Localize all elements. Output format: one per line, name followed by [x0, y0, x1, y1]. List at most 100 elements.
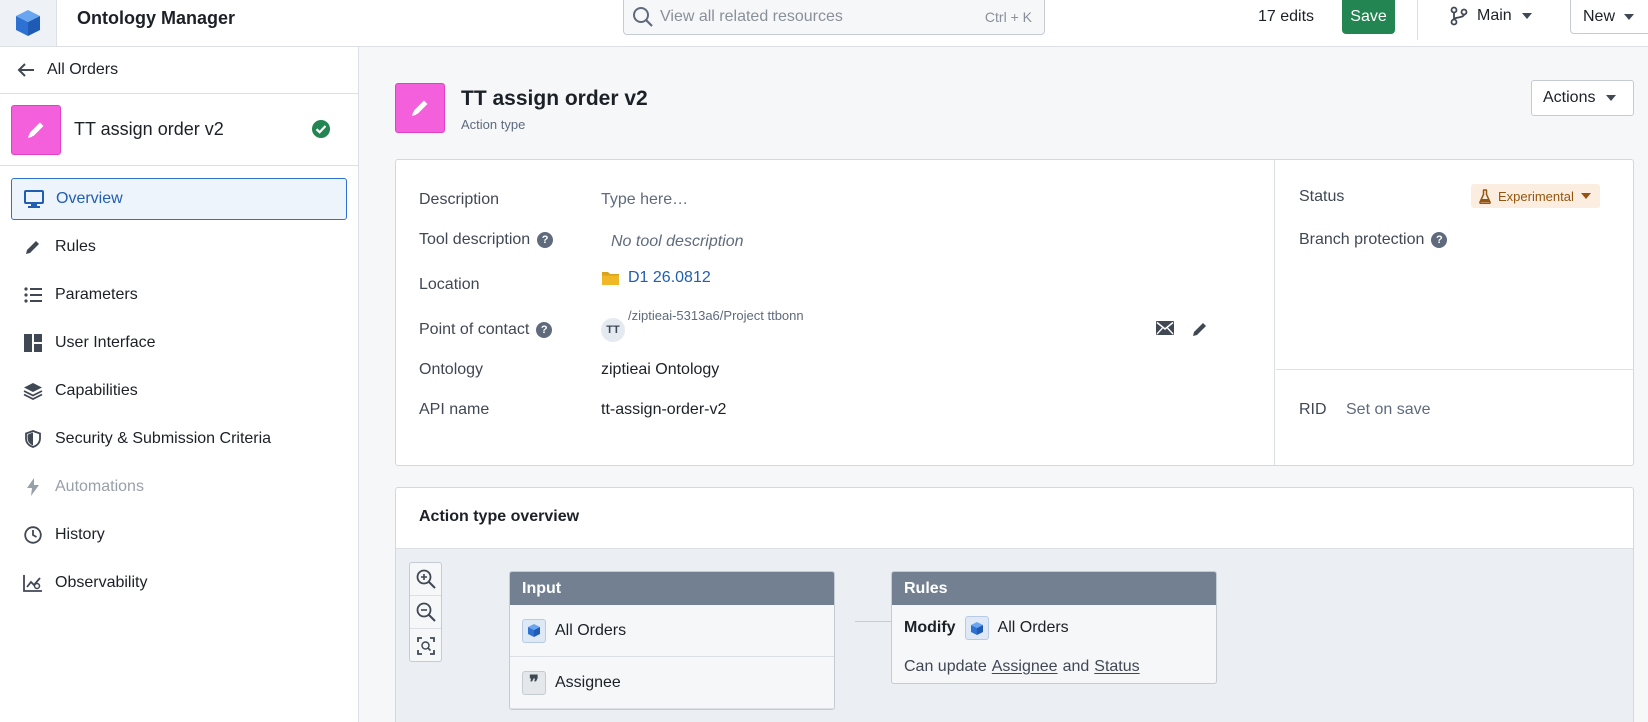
- pencil-icon: [28, 122, 44, 138]
- zoom-controls: [409, 562, 442, 662]
- ontology-value: ziptieai Ontology: [601, 361, 720, 378]
- sidebar-item-user-interface[interactable]: User Interface: [11, 322, 347, 364]
- rule-field-link[interactable]: Status: [1094, 658, 1139, 676]
- meta-panel: Status Experimental Branch protection ? …: [1276, 160, 1634, 465]
- input-node[interactable]: Input All Orders ❞ Assignee: [509, 571, 835, 710]
- sidebar: All Orders TT assign order v2 Overview R…: [0, 47, 359, 722]
- search-placeholder: View all related resources: [660, 8, 843, 25]
- caret-down-icon: [1606, 95, 1617, 101]
- fit-view-button[interactable]: [410, 629, 441, 662]
- tool-description-label: Tool description ?: [419, 231, 554, 249]
- rule-object: All Orders: [997, 619, 1069, 636]
- overview-title: Action type overview: [419, 508, 580, 525]
- search-icon: [632, 6, 654, 32]
- search-input[interactable]: View all related resources Ctrl + K: [623, 0, 1045, 35]
- back-link[interactable]: All Orders: [0, 47, 358, 94]
- branch-selector[interactable]: Main: [1450, 6, 1533, 26]
- location-label: Location: [419, 276, 480, 293]
- sidebar-item-label: Automations: [55, 478, 144, 495]
- branch-icon: [1450, 6, 1468, 26]
- caret-down-icon: [1521, 13, 1532, 19]
- input-row-object[interactable]: All Orders: [510, 605, 834, 657]
- graph-canvas[interactable]: Input All Orders ❞ Assignee Rules Modify: [396, 548, 1633, 722]
- zoom-out-icon: [416, 602, 436, 622]
- chart-icon: [23, 573, 43, 593]
- api-name-value[interactable]: tt-assign-order-v2: [601, 401, 726, 419]
- rules-node[interactable]: Rules Modify All Orders Can update Assig…: [891, 571, 1217, 684]
- save-button[interactable]: Save: [1342, 0, 1395, 34]
- sidebar-item-history[interactable]: History: [11, 514, 347, 556]
- actions-label: Actions: [1543, 89, 1596, 106]
- sidebar-item-security[interactable]: Security & Submission Criteria: [11, 418, 347, 460]
- poc-actions: [1156, 321, 1208, 337]
- help-icon[interactable]: ?: [537, 232, 554, 248]
- sidebar-item-label: User Interface: [55, 334, 156, 351]
- sidebar-item-label: History: [55, 526, 105, 543]
- description-field[interactable]: Type here…: [601, 191, 1201, 209]
- input-row-parameter[interactable]: ❞ Assignee: [510, 657, 834, 709]
- folder-icon: [602, 272, 619, 285]
- rule-field-link[interactable]: Assignee: [992, 658, 1058, 676]
- rid-value: Set on save: [1346, 401, 1431, 418]
- new-button[interactable]: New: [1570, 0, 1648, 34]
- caret-down-icon: [1624, 13, 1635, 20]
- divider: [1276, 369, 1634, 370]
- page-title: TT assign order v2: [461, 87, 648, 110]
- input-node-title: Input: [510, 572, 834, 605]
- sidebar-item-label: Overview: [56, 190, 123, 207]
- flask-icon: [1479, 188, 1491, 204]
- sidebar-item-automations[interactable]: Automations: [11, 466, 347, 508]
- help-icon[interactable]: ?: [536, 322, 553, 338]
- sidebar-item-label: Security & Submission Criteria: [55, 430, 272, 447]
- sidebar-item-rules[interactable]: Rules: [11, 226, 347, 268]
- poc-value: TT: [601, 318, 625, 342]
- tool-description-value[interactable]: No tool description: [611, 233, 744, 251]
- divider: [1417, 0, 1418, 40]
- envelope-icon[interactable]: [1156, 321, 1174, 335]
- input-row-label: All Orders: [555, 621, 627, 639]
- help-icon[interactable]: ?: [1431, 232, 1448, 248]
- layers-icon: [23, 381, 43, 401]
- sidebar-item-label: Capabilities: [55, 382, 138, 399]
- layout-icon: [23, 333, 43, 353]
- app-logo[interactable]: [0, 0, 57, 46]
- api-name-label: API name: [419, 401, 490, 418]
- edit-pencil-icon[interactable]: [1192, 321, 1208, 337]
- actions-button[interactable]: Actions: [1531, 80, 1634, 116]
- sidebar-item-overview[interactable]: Overview: [11, 178, 347, 220]
- list-icon: [23, 285, 43, 305]
- action-type-icon: [395, 83, 445, 133]
- entity-header: TT assign order v2: [0, 94, 358, 166]
- app-title: Ontology Manager: [77, 8, 236, 28]
- edits-count[interactable]: 17 edits: [1258, 8, 1314, 26]
- description-label: Description: [419, 191, 500, 208]
- page-subtitle: Action type: [461, 117, 526, 132]
- lightning-icon: [23, 477, 43, 497]
- node-connector: [855, 621, 891, 622]
- branch-protection-label: Branch protection ?: [1299, 231, 1448, 249]
- sidebar-item-observability[interactable]: Observability: [11, 562, 347, 604]
- rule-row[interactable]: Modify All Orders: [892, 605, 1216, 651]
- sidebar-item-capabilities[interactable]: Capabilities: [11, 370, 347, 412]
- properties-panel: Description Type here… Tool description …: [396, 160, 1275, 465]
- sidebar-item-parameters[interactable]: Parameters: [11, 274, 347, 316]
- arrow-left-icon: [17, 63, 34, 77]
- rid-label: RID: [1299, 401, 1327, 418]
- zoom-to-fit-icon: [416, 636, 435, 655]
- new-label: New: [1583, 7, 1616, 25]
- status-badge[interactable]: Experimental: [1471, 184, 1600, 208]
- pencil-icon: [23, 237, 43, 257]
- action-type-icon: [11, 104, 61, 155]
- location-value: D1 26.0812: [601, 269, 711, 287]
- avatar[interactable]: TT: [601, 318, 625, 342]
- poc-label: Point of contact ?: [419, 321, 553, 339]
- zoom-in-button[interactable]: [410, 563, 441, 596]
- top-bar: Ontology Manager View all related resour…: [0, 0, 1648, 47]
- properties-card: Description Type here… Tool description …: [395, 159, 1634, 466]
- location-link[interactable]: D1 26.0812: [628, 269, 711, 287]
- zoom-out-button[interactable]: [410, 596, 441, 629]
- action-type-overview: Action type overview Input All Orders ❞ …: [395, 487, 1634, 722]
- clock-icon: [23, 525, 43, 545]
- rule-description: Can update Assignee and Status: [904, 658, 1140, 676]
- main-content: TT assign order v2 Action type Actions D…: [360, 47, 1648, 722]
